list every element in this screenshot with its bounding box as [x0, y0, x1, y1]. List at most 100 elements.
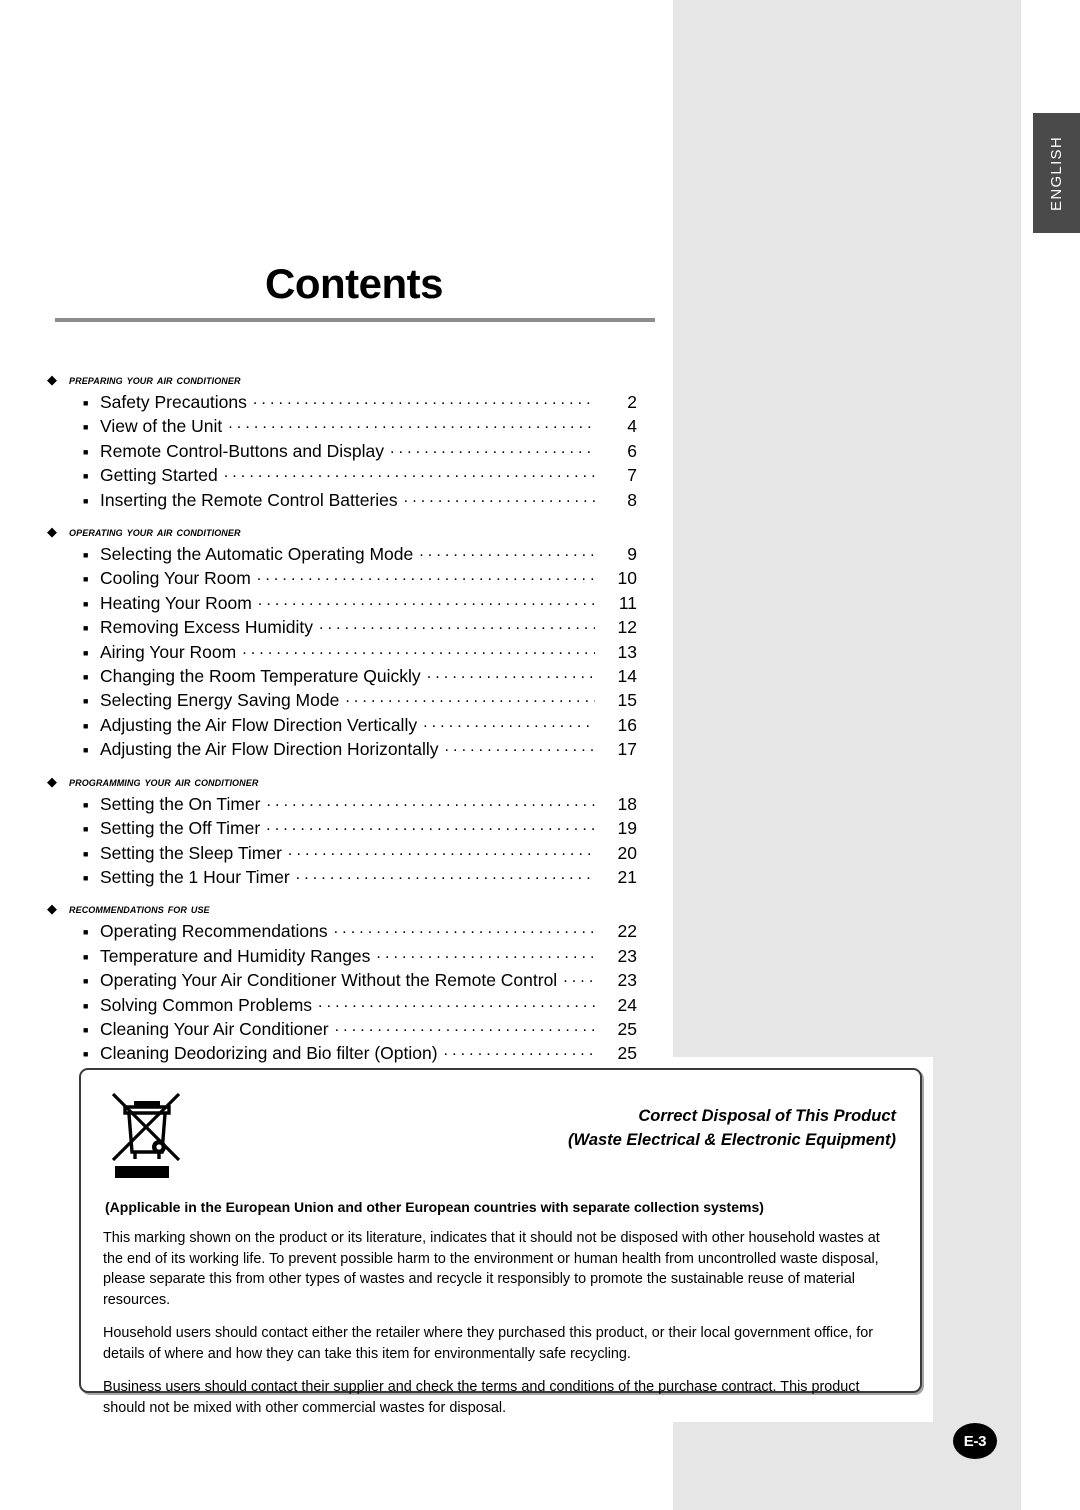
toc-entry[interactable]: ■ Operating Your Air Conditioner Without …: [47, 969, 637, 993]
toc-dot-leader: ........................................…: [257, 591, 595, 609]
toc-dot-leader: ........................................…: [345, 689, 595, 707]
toc-dot-leader: ........................................…: [563, 969, 595, 987]
toc-entry[interactable]: ■ Selecting Energy Saving Mode...........…: [47, 689, 637, 713]
toc-entry-page-number: 19: [617, 818, 637, 839]
toc-section-header: ◆ RECOMMENDATIONS FOR USE: [47, 901, 637, 916]
toc-entry[interactable]: ■ Changing the Room Temperature Quickly..…: [47, 665, 637, 689]
toc-entry-label: Changing the Room Temperature Quickly: [100, 666, 421, 687]
title-rule: [55, 318, 655, 323]
toc-entry[interactable]: ■ View of the Unit.......................…: [47, 415, 637, 439]
toc-dot-leader: ........................................…: [426, 665, 595, 683]
toc-section: ◆ PROGRAMMING YOUR AIR CONDITIONER ■ Settin…: [47, 774, 637, 891]
disposal-notice-header: Correct Disposal of This Product (Waste …: [81, 1070, 920, 1183]
square-bullet-icon: ■: [83, 398, 89, 408]
square-bullet-icon: ■: [83, 720, 89, 731]
weee-crossed-out-wheelie-bin-icon: [101, 1088, 201, 1183]
square-bullet-icon: ■: [83, 1000, 89, 1011]
toc-entry-page-number: 23: [617, 945, 637, 966]
language-tab-label: ENGLISH: [1048, 135, 1066, 211]
toc-entry[interactable]: ■ Cleaning Deodorizing and Bio filter (Op…: [47, 1042, 637, 1066]
toc-entry-page-number: 11: [618, 592, 637, 613]
disposal-paragraph: This marking shown on the product or its…: [103, 1230, 880, 1308]
toc-entry[interactable]: ■ Airing Your Room.......................…: [47, 641, 637, 665]
toc-section: ◆ PREPARING YOUR AIR CONDITIONER ■ Safety P…: [47, 372, 637, 513]
toc-entry[interactable]: ■ Solving Common Problems................…: [47, 994, 637, 1018]
toc-entry-page-number: 9: [627, 544, 637, 565]
toc-dot-leader: ........................................…: [223, 464, 595, 482]
square-bullet-icon: ■: [83, 696, 89, 707]
square-bullet-icon: ■: [83, 745, 89, 756]
toc-entry-page-number: 10: [617, 568, 637, 589]
toc-section: ◆ RECOMMENDATIONS FOR USE ■ Operating Recom…: [47, 901, 637, 1066]
square-bullet-icon: ■: [83, 598, 89, 609]
toc-entry[interactable]: ■ Heating Your Room......................…: [47, 592, 637, 616]
toc-entry[interactable]: ■ Cooling Your Room......................…: [47, 567, 637, 591]
toc-entry[interactable]: ■ Selecting the Automatic Operating Mode.…: [47, 543, 637, 567]
toc-entry[interactable]: ■ Setting the Off Timer..................…: [47, 817, 637, 841]
title-block: Contents: [55, 261, 655, 323]
toc-entry-page-number: 15: [617, 690, 637, 711]
square-bullet-icon: ■: [83, 495, 89, 506]
toc-entry[interactable]: ■ Getting Started........................…: [47, 464, 637, 488]
toc-entry-label: View of the Unit: [100, 416, 223, 437]
toc-entry[interactable]: ■ Temperature and Humidity Ranges........…: [47, 945, 637, 969]
toc-section-header: ◆ PREPARING YOUR AIR CONDITIONER: [47, 372, 637, 387]
disposal-heading-line-2: (Waste Electrical & Electronic Equipment…: [568, 1131, 896, 1149]
toc-entry-label: Removing Excess Humidity: [100, 617, 313, 638]
toc-entry-page-number: 12: [617, 617, 637, 638]
toc-entry-page-number: 25: [617, 1043, 637, 1064]
toc-dot-leader: ........................................…: [334, 1017, 595, 1035]
toc-entry-page-number: 23: [617, 970, 637, 991]
page-number-badge: E-3: [953, 1423, 997, 1459]
toc-entry-page-number: 18: [617, 793, 637, 814]
toc-entry[interactable]: ■ Cleaning Your Air Conditioner..........…: [47, 1018, 637, 1042]
square-bullet-icon: ■: [83, 1024, 89, 1035]
table-of-contents: ◆ PREPARING YOUR AIR CONDITIONER ■ Safety P…: [47, 372, 637, 1078]
toc-dot-leader: ........................................…: [266, 792, 596, 810]
toc-entry[interactable]: ■ Safety Precautions.....................…: [47, 391, 637, 415]
toc-entry[interactable]: ■ Removing Excess Humidity...............…: [47, 616, 637, 640]
toc-entry[interactable]: ■ Adjusting the Air Flow Direction Vertic…: [47, 714, 637, 738]
toc-entry-page-number: 25: [617, 1018, 637, 1039]
toc-entry-label: Operating Your Air Conditioner Without t…: [100, 970, 558, 991]
toc-entry-page-number: 20: [617, 842, 637, 863]
toc-entry-label: Heating Your Room: [100, 592, 252, 613]
toc-entry-page-number: 2: [627, 392, 637, 412]
square-bullet-icon: ■: [83, 550, 89, 561]
toc-entry-label: Adjusting the Air Flow Direction Horizon…: [100, 739, 439, 760]
toc-entry[interactable]: ■ Setting the Sleep Timer................…: [47, 842, 637, 866]
toc-entry-label: Selecting the Automatic Operating Mode: [100, 544, 414, 565]
square-bullet-icon: ■: [83, 1049, 89, 1060]
toc-section-title: PREPARING YOUR AIR CONDITIONER: [69, 372, 241, 387]
disposal-notice-headings: Correct Disposal of This Product (Waste …: [201, 1088, 896, 1183]
toc-entry-page-number: 17: [617, 739, 637, 760]
toc-entry-label: Cleaning Your Air Conditioner: [100, 1018, 329, 1039]
diamond-bullet-icon: ◆: [47, 773, 57, 789]
toc-entry[interactable]: ■ Remote Control-Buttons and Display.....…: [47, 440, 637, 464]
language-tab: ENGLISH: [1033, 113, 1080, 233]
disposal-notice-body: This marking shown on the product or its…: [81, 1228, 920, 1418]
toc-entry-page-number: 6: [627, 440, 637, 461]
toc-entry-page-number: 22: [617, 921, 637, 942]
diamond-bullet-icon: ◆: [47, 901, 57, 917]
square-bullet-icon: ■: [83, 951, 89, 962]
toc-entry-label: Setting the On Timer: [100, 793, 261, 814]
toc-entry[interactable]: ■ Adjusting the Air Flow Direction Horizo…: [47, 738, 637, 762]
toc-entry[interactable]: ■ Setting the 1 Hour Timer...............…: [47, 866, 637, 890]
toc-entry-page-number: 16: [617, 714, 637, 735]
toc-entry[interactable]: ■ Operating Recommendations..............…: [47, 920, 637, 944]
toc-entry[interactable]: ■ Inserting the Remote Control Batteries.…: [47, 489, 637, 513]
disposal-paragraph: Household users should contact either th…: [103, 1325, 874, 1362]
decorative-gray-panel-top: [673, 0, 1021, 1057]
toc-entry-label: Getting Started: [100, 465, 218, 486]
disposal-applicable-line: (Applicable in the European Union and ot…: [105, 1199, 764, 1215]
toc-section-header: ◆ PROGRAMMING YOUR AIR CONDITIONER: [47, 774, 637, 789]
toc-entry-page-number: 24: [617, 994, 637, 1015]
toc-dot-leader: ........................................…: [333, 920, 595, 938]
square-bullet-icon: ■: [83, 623, 89, 634]
toc-dot-leader: ........................................…: [403, 488, 595, 506]
toc-dot-leader: ........................................…: [295, 865, 595, 883]
toc-dot-leader: ........................................…: [444, 738, 595, 756]
toc-section-title: PROGRAMMING YOUR AIR CONDITIONER: [69, 773, 259, 789]
toc-entry[interactable]: ■ Setting the On Timer...................…: [47, 793, 637, 817]
